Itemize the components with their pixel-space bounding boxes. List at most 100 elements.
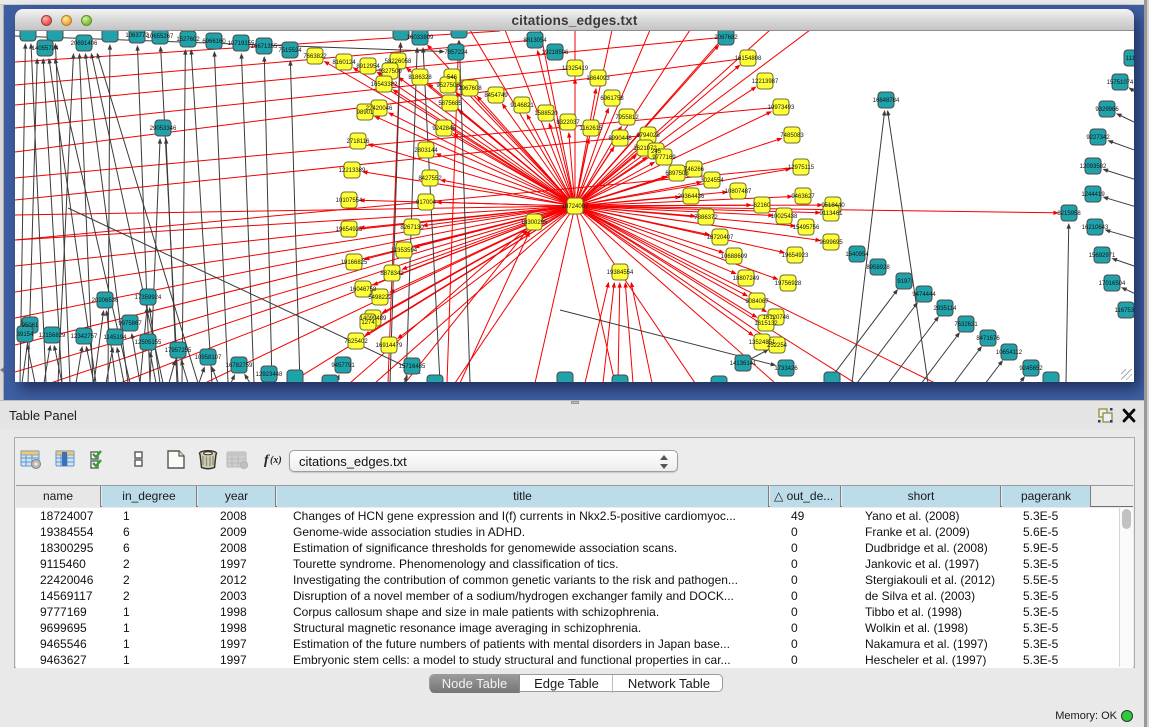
svg-text:6794028: 6794028 <box>636 133 660 139</box>
svg-text:10688609: 10688609 <box>721 254 748 260</box>
svg-text:16782759: 16782759 <box>226 363 253 369</box>
svg-text:10973493: 10973493 <box>768 105 795 111</box>
svg-text:16033809: 16033809 <box>407 35 434 41</box>
svg-text:9518440: 9518440 <box>821 203 845 209</box>
svg-text:20364436: 20364436 <box>678 194 705 200</box>
svg-text:8215958: 8215958 <box>1057 211 1081 217</box>
svg-text:8322037: 8322037 <box>556 120 580 126</box>
svg-text:9113461: 9113461 <box>820 211 844 217</box>
svg-text:18807249: 18807249 <box>733 276 760 282</box>
svg-text:1274: 1274 <box>361 320 375 326</box>
svg-text:1527602: 1527602 <box>176 37 200 43</box>
svg-text:18724007: 18724007 <box>562 204 589 210</box>
svg-text:17016504: 17016504 <box>1099 281 1126 287</box>
svg-text:9527508: 9527508 <box>436 83 460 89</box>
svg-text:19218506: 19218506 <box>542 50 569 56</box>
svg-text:9699695: 9699695 <box>819 240 843 246</box>
svg-text:15692971: 15692971 <box>1089 253 1116 259</box>
svg-text:19756928: 19756928 <box>775 281 802 287</box>
svg-text:18300295: 18300295 <box>521 220 548 226</box>
svg-text:5875685: 5875685 <box>438 101 462 107</box>
svg-text:7955812: 7955812 <box>615 115 639 121</box>
svg-text:9463627: 9463627 <box>791 194 815 200</box>
svg-text:8912954: 8912954 <box>356 64 380 70</box>
svg-text:12093582: 12093582 <box>1080 164 1107 170</box>
svg-text:1167535: 1167535 <box>1115 308 1134 314</box>
svg-text:16648784: 16648784 <box>873 98 900 104</box>
svg-text:12923448: 12923448 <box>256 372 283 378</box>
svg-text:2087682: 2087682 <box>714 35 738 41</box>
svg-text:12975115: 12975115 <box>788 165 815 171</box>
svg-text:19384554: 19384554 <box>607 270 634 276</box>
svg-text:19654923: 19654923 <box>782 253 809 259</box>
svg-text:16914479: 16914479 <box>376 343 403 349</box>
svg-text:917004: 917004 <box>416 200 437 206</box>
svg-text:6897508: 6897508 <box>665 171 689 177</box>
svg-text:8990448: 8990448 <box>608 136 632 142</box>
svg-text:12342757: 12342757 <box>71 334 98 340</box>
svg-text:(x): (x) <box>270 455 282 466</box>
svg-text:6961758: 6961758 <box>600 96 624 102</box>
svg-text:7485083: 7485083 <box>780 133 804 139</box>
svg-text:2803144: 2803144 <box>414 148 438 154</box>
svg-text:7515524: 7515524 <box>278 48 302 54</box>
svg-text:20206536: 20206536 <box>92 298 119 304</box>
svg-text:58226058: 58226058 <box>385 59 412 65</box>
svg-text:12213389: 12213389 <box>339 168 366 174</box>
svg-text:1588520: 1588520 <box>534 111 558 117</box>
svg-text:19654925: 19654925 <box>336 227 363 233</box>
svg-text:14136141: 14136141 <box>730 361 757 367</box>
svg-text:17359924: 17359924 <box>135 295 162 301</box>
svg-text:8471676: 8471676 <box>976 336 1000 342</box>
svg-text:1615132: 1615132 <box>754 321 778 327</box>
svg-text:1112: 1112 <box>1126 56 1134 62</box>
svg-text:9474444: 9474444 <box>912 292 936 298</box>
svg-text:8160124: 8160124 <box>332 60 356 66</box>
svg-text:7886372: 7886372 <box>694 215 718 221</box>
svg-text:16154808: 16154808 <box>735 56 762 62</box>
svg-text:15495756: 15495756 <box>793 225 820 231</box>
svg-text:19166825: 19166825 <box>341 260 368 266</box>
svg-text:10025438: 10025438 <box>771 214 798 220</box>
svg-text:9457791: 9457791 <box>331 363 355 369</box>
svg-text:8427552: 8427552 <box>418 176 442 182</box>
svg-text:546: 546 <box>447 75 458 81</box>
svg-text:9227342: 9227342 <box>1086 135 1110 141</box>
svg-text:29053346: 29053346 <box>150 126 177 132</box>
svg-text:8186328: 8186328 <box>408 75 432 81</box>
svg-text:1640954: 1640954 <box>845 252 869 258</box>
svg-text:98901: 98901 <box>357 110 374 116</box>
svg-text:12213987: 12213987 <box>752 79 779 85</box>
svg-text:7625402: 7625402 <box>344 339 368 345</box>
svg-text:10655267: 10655267 <box>147 34 174 40</box>
svg-text:16210643: 16210643 <box>1082 225 1109 231</box>
svg-text:15751074: 15751074 <box>1107 80 1134 86</box>
svg-text:15716485: 15716485 <box>399 364 426 370</box>
svg-text:2718116: 2718116 <box>347 139 371 145</box>
svg-text:2935114: 2935114 <box>934 306 958 312</box>
svg-text:8813054: 8813054 <box>523 38 547 44</box>
svg-text:10654112: 10654112 <box>996 350 1023 356</box>
svg-text:11353594: 11353594 <box>391 248 418 254</box>
svg-text:10807487: 10807487 <box>725 189 752 195</box>
svg-text:1733426: 1733426 <box>774 366 798 372</box>
svg-text:9242845: 9242845 <box>432 126 456 132</box>
svg-text:16671355: 16671355 <box>251 44 278 50</box>
svg-text:9245652: 9245652 <box>1019 366 1043 372</box>
svg-text:1864093: 1864093 <box>586 76 610 82</box>
svg-text:252254: 252254 <box>767 343 788 349</box>
svg-text:5498222: 5498222 <box>368 295 392 301</box>
svg-text:7663822: 7663822 <box>303 54 327 60</box>
svg-text:95061: 95061 <box>22 323 39 329</box>
svg-text:16543382: 16543382 <box>371 82 398 88</box>
svg-text:10107554: 10107554 <box>336 198 363 204</box>
svg-text:16046758: 16046758 <box>350 287 377 293</box>
svg-text:9975867: 9975867 <box>118 321 142 327</box>
svg-text:14055724: 14055724 <box>32 46 59 52</box>
svg-text:9327500: 9327500 <box>378 69 402 75</box>
svg-text:3024554: 3024554 <box>700 178 724 184</box>
svg-text:12505155: 12505155 <box>135 340 162 346</box>
svg-text:8267130: 8267130 <box>400 225 424 231</box>
svg-text:9329966: 9329966 <box>1095 107 1119 113</box>
svg-text:17957255: 17957255 <box>165 348 192 354</box>
